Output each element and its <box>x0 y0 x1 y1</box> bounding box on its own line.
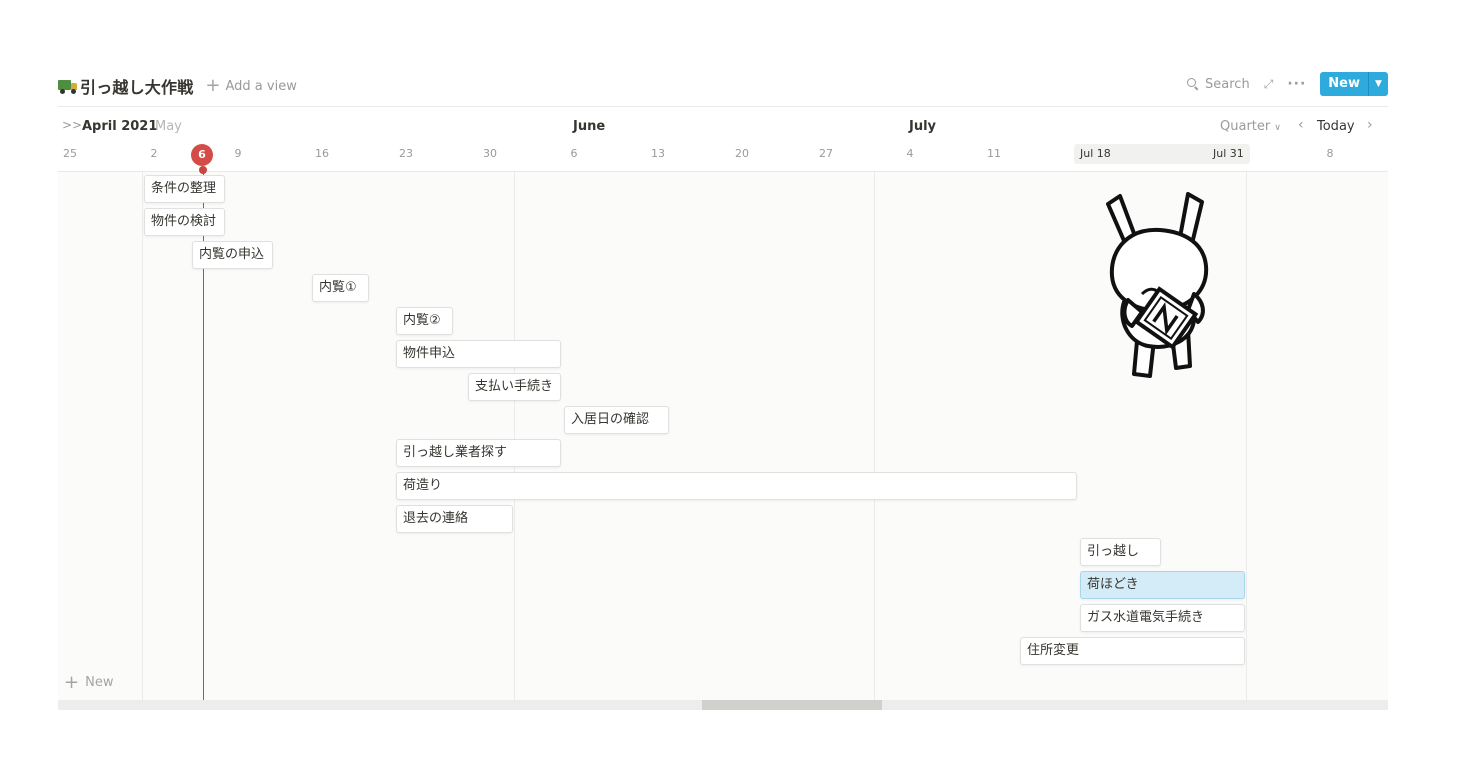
day-tick: 23 <box>399 147 413 160</box>
title-wrap: 引っ越し大作戦 + Add a view <box>58 74 297 98</box>
timeline-task[interactable]: 入居日の確認 <box>564 406 669 434</box>
timeline-task[interactable]: 内覧の申込 <box>192 241 273 269</box>
timeline-task[interactable]: 条件の整理 <box>144 175 225 203</box>
month-april: April 2021 <box>82 119 158 134</box>
search-icon <box>1187 78 1199 91</box>
new-button[interactable]: New ▼ <box>1320 72 1388 96</box>
timeline-task[interactable]: 支払い手続き <box>468 373 561 401</box>
today-button[interactable]: Today <box>1317 119 1355 134</box>
month-divider <box>874 172 875 700</box>
day-tick: 13 <box>651 147 665 160</box>
truck-icon <box>58 78 78 94</box>
add-new-row-button[interactable]: + New <box>64 671 114 693</box>
timeline-task-selected[interactable]: 荷ほどき <box>1080 571 1245 599</box>
chevron-down-icon[interactable]: ▼ <box>1368 72 1388 96</box>
timeline-task[interactable]: 物件の検討 <box>144 208 225 236</box>
today-marker: 6 <box>191 144 213 166</box>
scrollbar-thumb[interactable] <box>702 700 882 710</box>
timeline-task[interactable]: ガス水道電気手続き <box>1080 604 1245 632</box>
toolbar: Search ⤢ ··· New ▼ <box>1187 72 1388 96</box>
header-divider <box>58 106 1388 107</box>
timeline-task[interactable]: 住所変更 <box>1020 637 1245 665</box>
day-tick: 2 <box>150 147 158 160</box>
day-tick: 20 <box>735 147 749 160</box>
timeline-task[interactable]: 物件申込 <box>396 340 561 368</box>
day-tick: 8 <box>1326 147 1334 160</box>
expand-icon[interactable]: ⤢ <box>1264 77 1274 92</box>
add-view-button[interactable]: + Add a view <box>205 75 297 96</box>
more-icon[interactable]: ··· <box>1287 76 1306 92</box>
search-button[interactable]: Search <box>1187 77 1250 92</box>
month-divider <box>514 172 515 700</box>
today-line-dot <box>199 166 207 174</box>
day-tick: 25 <box>63 147 77 160</box>
timeline-task[interactable]: 退去の連絡 <box>396 505 513 533</box>
plus-icon: + <box>205 75 221 96</box>
range-end-label: Jul 31 <box>1213 147 1244 160</box>
add-view-label: Add a view <box>225 78 297 94</box>
day-tick: 30 <box>483 147 497 160</box>
new-row-label: New <box>85 675 114 690</box>
day-tick: 9 <box>234 147 242 160</box>
zoom-label: Quarter <box>1220 119 1271 134</box>
page-title[interactable]: 引っ越し大作戦 <box>80 74 193 98</box>
timeline-task[interactable]: 荷造り <box>396 472 1077 500</box>
plus-icon: + <box>64 671 80 693</box>
database-header: 引っ越し大作戦 + Add a view Search ⤢ ··· New ▼ <box>58 70 1388 106</box>
range-start-label: Jul 18 <box>1080 147 1111 160</box>
horizontal-scrollbar[interactable] <box>58 700 1388 710</box>
month-may: May <box>155 119 182 134</box>
timeline-months: >> April 2021 May June July Quarter ∨ ‹ … <box>58 112 1388 142</box>
timeline-task[interactable]: 引っ越し <box>1080 538 1161 566</box>
timeline-task[interactable]: 内覧① <box>312 274 369 302</box>
timeline-task[interactable]: 内覧② <box>396 307 453 335</box>
day-tick: 27 <box>819 147 833 160</box>
day-tick: 16 <box>315 147 329 160</box>
new-button-label[interactable]: New <box>1320 72 1368 96</box>
chevron-down-icon: ∨ <box>1274 123 1281 133</box>
zoom-select[interactable]: Quarter ∨ <box>1220 119 1281 134</box>
month-divider <box>1246 172 1247 700</box>
day-tick: 4 <box>906 147 914 160</box>
timeline-task[interactable]: 引っ越し業者探す <box>396 439 561 467</box>
day-tick: 6 <box>570 147 578 160</box>
month-divider <box>142 172 143 700</box>
month-june: June <box>573 119 606 134</box>
chevron-left-icon[interactable]: ‹ <box>1298 117 1304 133</box>
month-july: July <box>909 119 937 134</box>
chevron-right-icon[interactable]: › <box>1367 117 1373 133</box>
double-chevron-right-icon[interactable]: >> <box>62 118 82 132</box>
rabbit-illustration <box>1106 192 1209 378</box>
timeline-days: Jul 18 Jul 31 25 2 6 9 16 23 30 6 13 20 … <box>58 144 1388 166</box>
day-tick: 11 <box>987 147 1001 160</box>
search-label: Search <box>1205 76 1250 92</box>
